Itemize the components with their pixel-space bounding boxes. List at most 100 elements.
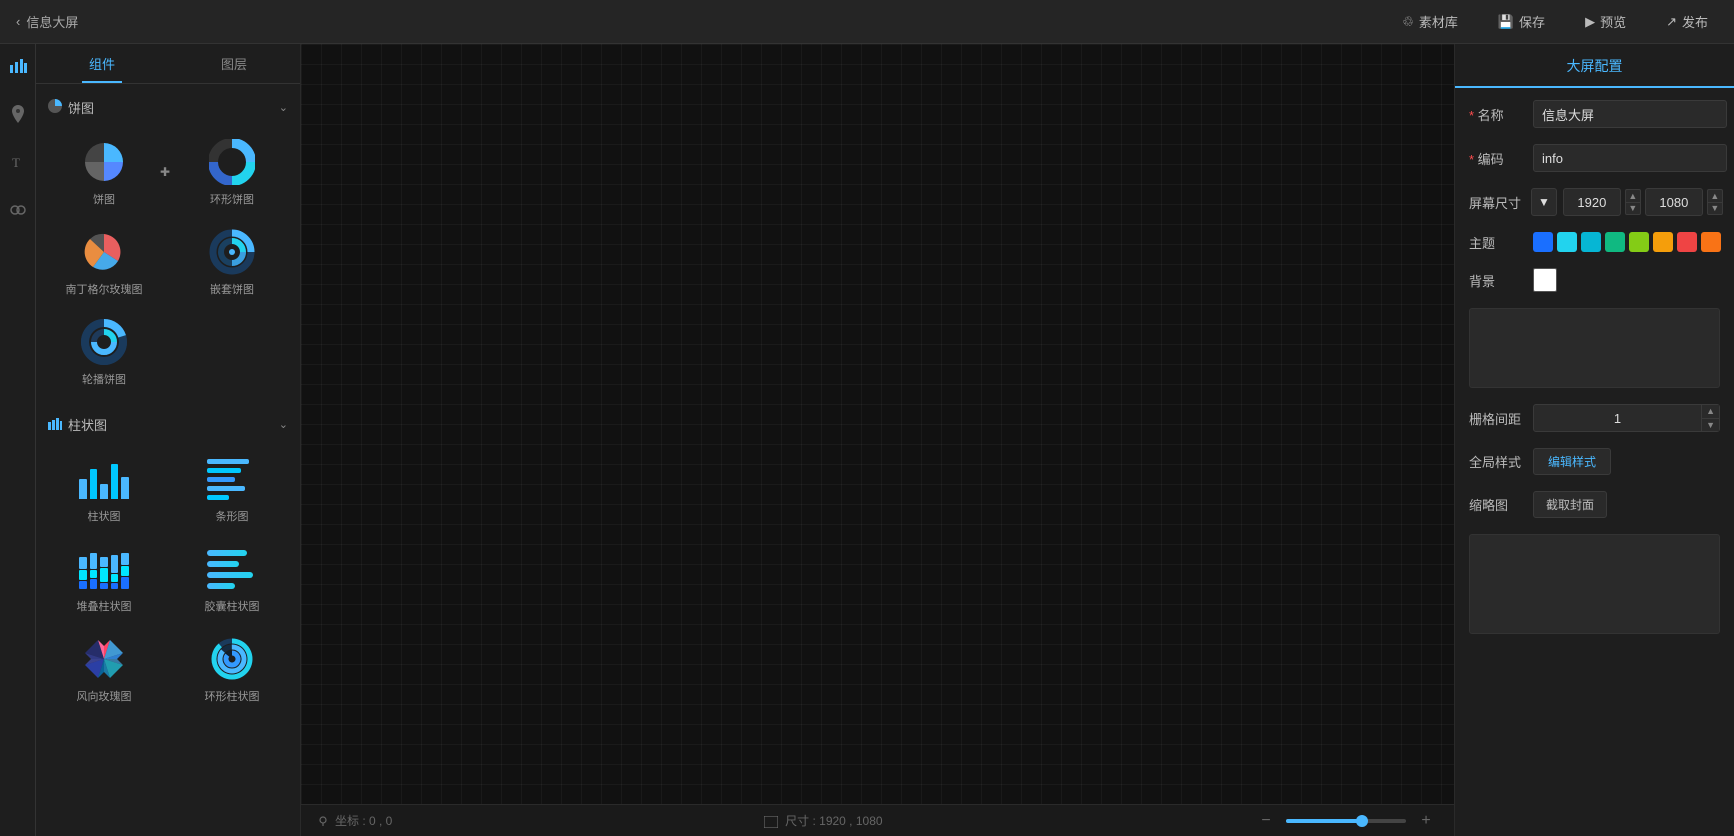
save-button[interactable]: 💾 保存 [1488, 8, 1555, 35]
widget-wind-rose[interactable]: 风向玫瑰图 [40, 624, 168, 714]
code-label: 编码 [1469, 149, 1525, 168]
zoom-out-button[interactable]: − [1254, 809, 1278, 833]
left-panel-tabs: 组件 图层 [36, 44, 300, 84]
bar-collapse-icon: ⌄ [279, 418, 288, 431]
theme-color-1[interactable] [1533, 232, 1553, 252]
widget-bar[interactable]: 柱状图 [40, 444, 168, 534]
bar-category-icon [48, 416, 62, 433]
screen-width-input[interactable] [1563, 188, 1621, 216]
grid-step-up[interactable]: ▲ [1702, 405, 1719, 419]
theme-color-8[interactable] [1701, 232, 1721, 252]
grid-value-input: ▲ ▼ [1533, 404, 1720, 432]
canvas-footer: 坐标 : 0 , 0 尺寸 : 1920 , 1080 − + [301, 804, 1454, 836]
assets-icon: ♲ [1402, 14, 1414, 30]
global-style-button[interactable]: 编辑样式 [1533, 448, 1611, 475]
topbar: ‹ 信息大屏 ♲ 素材库 💾 保存 ▶ 预览 ↗ 发布 [0, 0, 1734, 44]
canvas-size-text: 尺寸 : 1920 , 1080 [785, 814, 882, 828]
screen-height-down[interactable]: ▼ [1707, 202, 1723, 215]
left-panel-content: 饼图 ⌄ 饼图 ✚ [36, 84, 300, 836]
theme-label: 主题 [1469, 233, 1525, 252]
topbar-actions: ♲ 素材库 💾 保存 ▶ 预览 ↗ 发布 [1392, 8, 1718, 35]
widget-rose[interactable]: 南丁格尔玫瑰图 [40, 217, 168, 307]
theme-color-3[interactable] [1581, 232, 1601, 252]
name-label: 名称 [1469, 105, 1525, 124]
widget-carousel-pie[interactable]: 轮播饼图 [40, 307, 168, 397]
theme-color-7[interactable] [1677, 232, 1697, 252]
form-row-code: 编码 [1469, 144, 1720, 172]
category-pie[interactable]: 饼图 ⌄ [40, 92, 296, 123]
code-input[interactable] [1533, 144, 1727, 172]
grid-step-down[interactable]: ▼ [1702, 419, 1719, 432]
size-icon [764, 816, 778, 828]
form-row-screen-size: 屏幕尺寸 ▼ ▲ ▼ ▲ ▼ [1469, 188, 1720, 216]
widget-nested[interactable]: 嵌套饼图 [168, 217, 296, 307]
stacked-bar-preview [74, 544, 134, 594]
theme-color-4[interactable] [1605, 232, 1625, 252]
thumbnail-label: 缩略图 [1469, 495, 1525, 514]
right-panel: 大屏配置 名称 编码 屏幕尺寸 ▼ ▲ [1454, 44, 1734, 836]
background-color-area[interactable] [1469, 308, 1720, 388]
bar-widget-grid: 柱状图 条形图 [40, 440, 296, 718]
widget-stacked-bar[interactable]: 堆叠柱状图 [40, 534, 168, 624]
category-bar-title: 柱状图 [48, 415, 107, 434]
zoom-slider-fill [1286, 819, 1364, 823]
theme-color-2[interactable] [1557, 232, 1577, 252]
widget-donut[interactable]: 环形饼图 [168, 127, 296, 217]
form-row-thumbnail: 缩略图 截取封面 [1469, 491, 1720, 518]
back-button[interactable]: ‹ 信息大屏 [16, 12, 78, 31]
coordinate-display: 坐标 : 0 , 0 [317, 812, 392, 829]
screen-height-up[interactable]: ▲ [1707, 189, 1723, 202]
icon-bar-chart[interactable] [4, 52, 32, 80]
widget-hbar[interactable]: 条形图 [168, 444, 296, 534]
form-row-global-style: 全局样式 编辑样式 [1469, 448, 1720, 475]
right-panel-body: 名称 编码 屏幕尺寸 ▼ ▲ ▼ [1455, 88, 1734, 836]
grid-label: 栅格间距 [1469, 409, 1525, 428]
widget-capsule-bar[interactable]: 胶囊柱状图 [168, 534, 296, 624]
screen-width-down[interactable]: ▼ [1625, 202, 1641, 215]
tab-components[interactable]: 组件 [36, 44, 168, 83]
hbar-preview [202, 454, 262, 504]
theme-color-5[interactable] [1629, 232, 1649, 252]
grid-steppers: ▲ ▼ [1701, 405, 1719, 431]
carousel-pie-preview [74, 317, 134, 367]
preview-icon: ▶ [1585, 14, 1595, 30]
pie-widget-grid: 饼图 ✚ 环形饼图 [40, 123, 296, 401]
screen-size-dropdown[interactable]: ▼ [1531, 188, 1557, 216]
form-row-theme: 主题 [1469, 232, 1720, 252]
background-label: 背景 [1469, 271, 1525, 290]
donut-preview [202, 137, 262, 187]
thumbnail-button[interactable]: 截取封面 [1533, 491, 1607, 518]
form-row-background: 背景 [1469, 268, 1720, 292]
background-preview[interactable] [1533, 268, 1557, 292]
screen-size-label: 屏幕尺寸 [1469, 193, 1525, 212]
icon-bar: T [0, 44, 36, 836]
screen-size-inputs: ▲ ▼ ▲ ▼ [1563, 188, 1723, 216]
icon-bar-media[interactable] [4, 196, 32, 224]
zoom-slider[interactable] [1286, 819, 1406, 823]
tab-layers[interactable]: 图层 [168, 44, 300, 83]
location-icon [317, 815, 329, 827]
preview-button[interactable]: ▶ 预览 [1575, 8, 1636, 35]
icon-bar-location[interactable] [4, 100, 32, 128]
zoom-in-button[interactable]: + [1414, 809, 1438, 833]
nested-preview [202, 227, 262, 277]
wind-rose-preview [74, 634, 134, 684]
widget-pie[interactable]: 饼图 ✚ [40, 127, 168, 217]
grid-spacing-input[interactable] [1534, 405, 1701, 431]
rose-preview [74, 227, 134, 277]
assets-button[interactable]: ♲ 素材库 [1392, 8, 1468, 35]
page-title: 信息大屏 [26, 12, 78, 31]
main-layout: T 组件 图层 [0, 44, 1734, 836]
screen-width-up[interactable]: ▲ [1625, 189, 1641, 202]
form-row-name: 名称 [1469, 100, 1720, 128]
canvas-area: 坐标 : 0 , 0 尺寸 : 1920 , 1080 − + [301, 44, 1454, 836]
icon-bar-text[interactable]: T [4, 148, 32, 176]
category-bar[interactable]: 柱状图 ⌄ [40, 409, 296, 440]
name-input[interactable] [1533, 100, 1727, 128]
screen-height-input[interactable] [1645, 188, 1703, 216]
theme-color-6[interactable] [1653, 232, 1673, 252]
publish-button[interactable]: ↗ 发布 [1656, 8, 1718, 35]
widget-torus-bar[interactable]: 环形柱状图 [168, 624, 296, 714]
category-pie-title: 饼图 [48, 98, 94, 117]
canvas-grid [301, 44, 1454, 804]
